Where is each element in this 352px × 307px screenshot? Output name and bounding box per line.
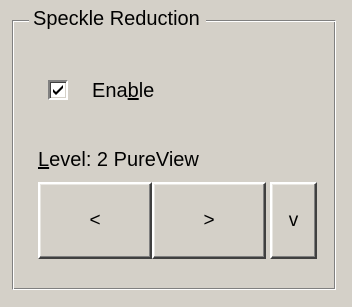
level-label-mnemonic: L (38, 149, 50, 171)
groupbox-title: Speckle Reduction (29, 6, 206, 32)
checkmark-icon (53, 85, 63, 95)
level-dropdown-button[interactable]: v (270, 182, 317, 259)
enable-label-part: Ena (92, 80, 128, 102)
level-status-text: Level: 2 PureView (38, 147, 199, 173)
enable-label-part: le (138, 80, 155, 102)
next-level-button[interactable]: > (152, 182, 266, 259)
enable-label-mnemonic: b (127, 80, 139, 102)
enable-checkbox[interactable] (48, 80, 68, 100)
level-label-value: evel: 2 PureView (49, 149, 199, 171)
enable-checkbox-label[interactable]: Enable (92, 78, 154, 104)
previous-level-button[interactable]: < (38, 182, 152, 259)
speckle-reduction-panel: Speckle Reduction Enable Level: 2 PureVi… (0, 0, 352, 307)
